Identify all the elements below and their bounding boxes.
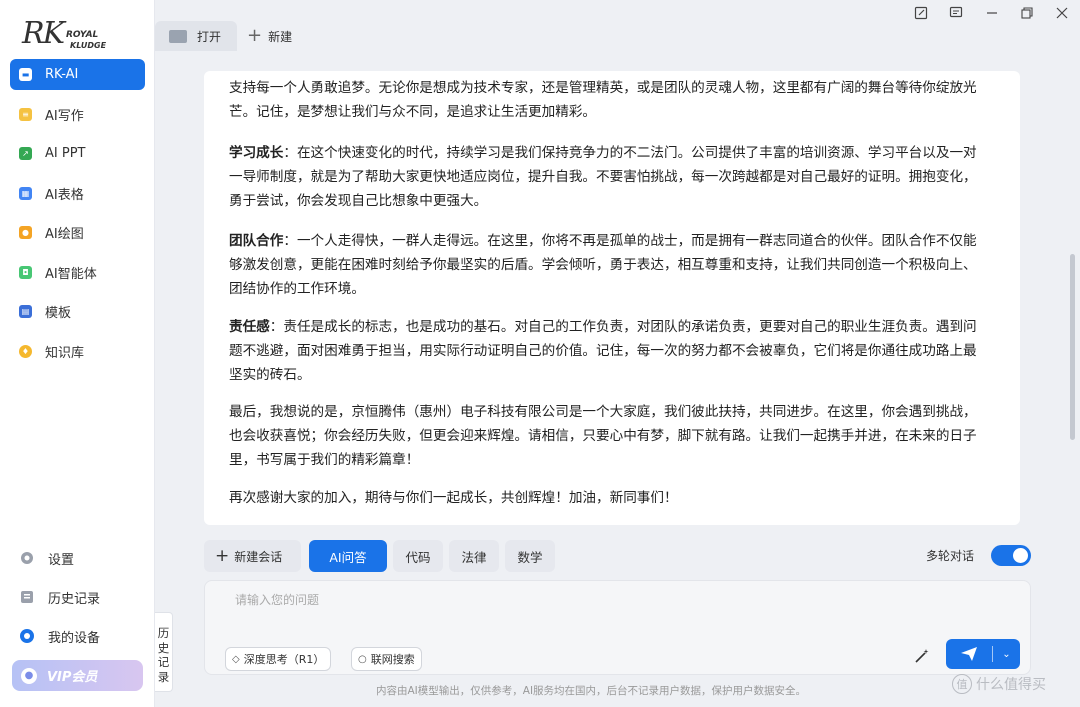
plus-icon: + [247, 25, 263, 46]
sidebar-item-knowledge-base[interactable]: ♦ 知识库 [10, 336, 145, 367]
table-icon: ▦ [19, 186, 32, 200]
folder-icon [169, 29, 187, 43]
send-button[interactable]: ⌄ [946, 639, 1020, 669]
paragraph-responsibility: 责任感：责任是成长的标志，也是成功的基石。对自己的工作负责，对团队的承诺负责，更… [229, 315, 989, 387]
sidebar-item-label: AI PPT [45, 146, 86, 161]
history-item[interactable]: 历史记录 [14, 583, 144, 611]
gear-icon [18, 550, 35, 567]
tab-open[interactable]: 打开 [155, 21, 237, 51]
my-devices-label: 我的设备 [48, 630, 101, 646]
logo-rk: RK [22, 16, 65, 51]
sidebar-item-ai-writing[interactable]: ≡ AI写作 [10, 99, 145, 130]
logo-kludge: KLUDGE [70, 41, 107, 50]
tab-open-label: 打开 [197, 29, 222, 44]
plus-icon: + [215, 546, 230, 566]
paragraph-body: ：在这个快速变化的时代，持续学习是我们保持竞争力的不二法门。公司提供了丰富的培训… [229, 145, 977, 209]
deep-think-label: 深度思考（R1） [243, 653, 325, 666]
template-icon: ▤ [19, 305, 32, 318]
paint-icon: ● [19, 226, 32, 239]
new-chat-button[interactable]: + 新建会话 [204, 540, 301, 572]
paragraph-body: ：一个人走得快，一群人走得远。在这里，你将不再是孤单的战士，而是拥有一群志同道合… [229, 233, 977, 297]
scrollbar[interactable] [1070, 254, 1075, 440]
paragraph-title: 学习成长 [229, 145, 284, 161]
user-avatar-icon: ● [21, 667, 37, 684]
response-content: 支持每一个人勇敢追梦。无论你是想成为技术专家，还是管理精英，或是团队的灵魂人物，… [204, 71, 1020, 525]
web-search-button[interactable]: ○ 联网搜索 [351, 647, 422, 671]
sidebar-item-ai-table[interactable]: ▦ AI表格 [10, 178, 145, 209]
minimize-icon[interactable] [983, 4, 1001, 22]
chat-icon: ▬ [19, 68, 32, 81]
sidebar-item-ai-ppt[interactable]: ↗ AI PPT [10, 138, 145, 169]
sidebar-nav: ▬ RK-AI ≡ AI写作 ↗ AI PPT ▦ AI表格 ● AI绘图 ◘ … [10, 59, 145, 375]
feedback-icon[interactable] [947, 4, 965, 22]
sidebar-item-ai-agent[interactable]: ◘ AI智能体 [10, 257, 145, 288]
sidebar-item-label: 知识库 [45, 345, 85, 361]
send-icon [946, 646, 992, 662]
document-icon: ≡ [19, 107, 32, 121]
paragraph-body: ：责任是成长的标志，也是成功的基石。对自己的工作负责，对团队的承诺负责，更要对自… [229, 319, 977, 383]
sidebar-item-label: AI绘图 [45, 227, 84, 242]
search-icon: ○ [358, 653, 367, 665]
top-bar: 打开 + 新建 [155, 0, 1080, 60]
paragraph-learning: 学习成长：在这个快速变化的时代，持续学习是我们保持竞争力的不二法门。公司提供了丰… [229, 141, 989, 213]
sidebar-bottom-nav: 设置 历史记录 我的设备 [14, 544, 144, 661]
mode-code[interactable]: 代码 [393, 540, 443, 572]
sidebar: RK ROYAL KLUDGE ▬ RK-AI ≡ AI写作 ↗ AI PPT … [0, 0, 155, 707]
mode-ai-qa[interactable]: AI问答 [309, 540, 387, 572]
paragraph-title: 责任感 [229, 319, 270, 335]
paragraph-title: 团队合作 [229, 233, 284, 249]
new-chat-label: 新建会话 [234, 549, 283, 564]
sidebar-item-ai-drawing[interactable]: ● AI绘图 [10, 217, 145, 248]
watermark-text: 什么值得买 [976, 677, 1046, 693]
sidebar-item-label: AI写作 [45, 108, 84, 124]
paragraph-closing: 最后，我想说的是，京恒腾伟（惠州）电子科技有限公司是一个大家庭，我们彼此扶持，共… [229, 404, 977, 468]
web-search-label: 联网搜索 [370, 653, 415, 666]
my-devices-item[interactable]: 我的设备 [14, 622, 144, 650]
settings-item[interactable]: 设置 [14, 544, 144, 572]
device-icon [18, 628, 35, 645]
tab-new-label: 新建 [268, 29, 293, 44]
cube-icon: ◇ [232, 653, 240, 665]
watermark: 值 什么值得买 [952, 674, 1046, 694]
sidebar-item-templates[interactable]: ▤ 模板 [10, 296, 145, 327]
mode-law[interactable]: 法律 [449, 540, 499, 572]
disclaimer-text: 内容由AI模型输出，仅供参考，AI服务均在国内，后台不记录用户数据，保护用户数据… [376, 685, 807, 697]
history-side-tab[interactable]: 历史记录 [155, 612, 173, 692]
vip-button[interactable]: ● VIP会员 [12, 660, 143, 691]
ppt-icon: ↗ [19, 147, 32, 160]
tab-new[interactable]: + 新建 [247, 21, 292, 51]
paragraph-teamwork: 团队合作：一个人走得快，一群人走得远。在这里，你将不再是孤单的战士，而是拥有一群… [229, 229, 989, 301]
multi-turn-toggle[interactable] [991, 545, 1031, 566]
paragraph-intro: 支持每一个人勇敢追梦。无论你是想成为技术专家，还是管理精英，或是团队的灵魂人物，… [229, 80, 977, 120]
history-icon [18, 589, 35, 606]
maximize-icon[interactable] [1018, 4, 1036, 22]
paragraph-thanks: 再次感谢大家的加入，期待与你们一起成长，共创辉煌！加油，新同事们！ [229, 490, 678, 506]
logo-royal: ROYAL [66, 30, 99, 40]
chevron-down-icon[interactable]: ⌄ [993, 649, 1020, 660]
multi-turn-label: 多轮对话 [926, 549, 975, 563]
vip-label: VIP会员 [47, 670, 98, 685]
deep-think-button[interactable]: ◇ 深度思考（R1） [225, 647, 332, 671]
question-input[interactable] [235, 593, 935, 607]
magic-wand-icon[interactable] [912, 646, 932, 666]
sidebar-item-label: 模板 [45, 306, 72, 321]
brand-logo: RK ROYAL KLUDGE [22, 16, 122, 56]
sidebar-item-rk-ai[interactable]: ▬ RK-AI [10, 59, 145, 90]
sidebar-item-label: AI智能体 [45, 266, 97, 282]
robot-icon: ◘ [19, 265, 32, 279]
sidebar-item-label: RK-AI [45, 67, 79, 82]
mode-math[interactable]: 数学 [505, 540, 555, 572]
edit-icon[interactable] [912, 4, 930, 22]
lightbulb-icon: ♦ [19, 344, 32, 358]
sidebar-item-label: AI表格 [45, 187, 84, 203]
close-icon[interactable] [1053, 4, 1071, 22]
watermark-icon: 值 [952, 674, 972, 694]
settings-label: 设置 [48, 552, 75, 568]
history-label: 历史记录 [48, 591, 101, 607]
